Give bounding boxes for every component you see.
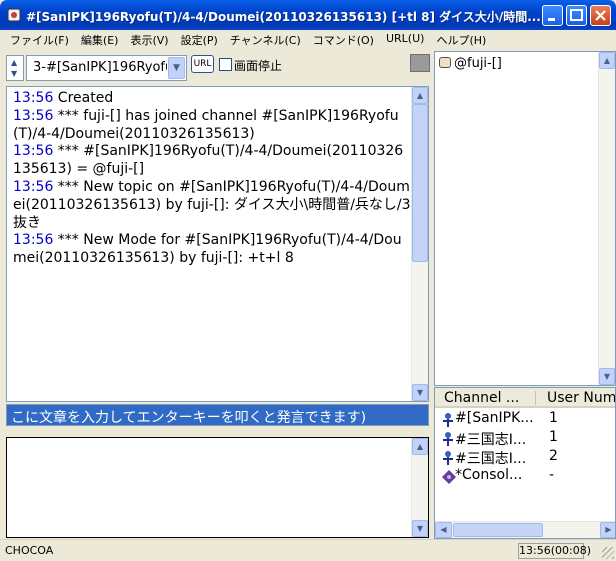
channel-list[interactable]: Channel ... User Num #[SanIPK... 1 #三国志I… <box>434 387 616 539</box>
channel-hscroll-thumb[interactable] <box>453 523 543 537</box>
status-bar: CHOCOA 13:56(00:08) <box>0 539 616 561</box>
spin-up-icon[interactable]: ▲ <box>11 58 17 67</box>
channel-name: #[SanIPK... <box>455 410 534 426</box>
menu-view[interactable]: 表示(V) <box>124 30 174 49</box>
log-timestamp: 13:56 <box>13 178 54 195</box>
column-user-num[interactable]: User Num <box>547 390 615 406</box>
log-line: 13:56 *** New topic on #[SanIPK]196Ryofu… <box>13 179 411 232</box>
nick-scrollbar[interactable]: ▲ ▼ <box>598 52 615 385</box>
menu-settings[interactable]: 設定(P) <box>175 30 224 49</box>
column-divider[interactable] <box>535 391 536 405</box>
log-text: *** New topic on #[SanIPK]196Ryofu(T)/4-… <box>13 178 411 231</box>
column-channel[interactable]: Channel ... <box>444 390 519 406</box>
channel-user-count: 2 <box>549 448 558 464</box>
menu-command[interactable]: コマンド(O) <box>307 30 380 49</box>
channel-user-count: - <box>549 467 555 483</box>
nick-item[interactable]: @fuji-[] <box>439 56 502 71</box>
log-text: *** New Mode for #[SanIPK]196Ryofu(T)/4-… <box>13 232 402 267</box>
message-log[interactable]: 13:56 Created 13:56 *** fuji-[] has join… <box>6 86 429 402</box>
status-clock: 13:56(00:08) <box>518 543 591 559</box>
minimize-icon <box>548 18 555 21</box>
log-timestamp: 13:56 <box>13 90 54 106</box>
log-line: 13:56 *** New Mode for #[SanIPK]196Ryofu… <box>13 232 411 268</box>
scroll-right-icon[interactable]: ▶ <box>600 522 615 538</box>
menu-url[interactable]: URL(U) <box>380 30 430 49</box>
log-timestamp: 13:56 <box>13 107 54 124</box>
minimize-button[interactable] <box>542 5 563 26</box>
window-title: #[SanIPK]196Ryofu(T)/4-4/Doumei(20110326… <box>26 10 540 24</box>
scroll-down-icon[interactable]: ▼ <box>599 368 615 385</box>
multiline-entry[interactable]: ▲ ▼ <box>6 437 429 538</box>
channel-name: #三国志I... <box>455 451 527 467</box>
menu-edit[interactable]: 編集(E) <box>75 30 125 49</box>
menu-channel[interactable]: チャンネル(C) <box>224 30 307 49</box>
channel-select[interactable]: 3-#[SanIPK]196Ryofu ▼ <box>26 55 187 81</box>
entry-scrollbar[interactable]: ▲ ▼ <box>411 438 428 537</box>
pause-screen-checkbox[interactable] <box>219 58 232 71</box>
channel-list-header: Channel ... User Num <box>435 388 615 408</box>
close-icon <box>595 10 606 21</box>
channel-spinner[interactable]: ▲ ▼ <box>6 55 24 81</box>
url-button[interactable]: URL <box>191 55 214 73</box>
menu-bar: ファイル(F) 編集(E) 表示(V) 設定(P) チャンネル(C) コマンド(… <box>0 30 616 49</box>
status-app-name: CHOCOA <box>5 544 54 557</box>
channel-hscrollbar[interactable]: ◀ ▶ <box>435 521 615 538</box>
scroll-up-icon[interactable]: ▲ <box>599 52 615 69</box>
title-bar[interactable]: #[SanIPK]196Ryofu(T)/4-4/Doumei(20110326… <box>0 0 616 30</box>
scroll-down-icon[interactable]: ▼ <box>412 520 428 537</box>
resize-grip-icon[interactable] <box>602 547 614 559</box>
maximize-button[interactable] <box>566 5 587 26</box>
log-timestamp: 13:56 <box>13 143 54 160</box>
scroll-up-icon[interactable]: ▲ <box>412 87 428 104</box>
chevron-down-icon[interactable]: ▼ <box>168 57 185 79</box>
channel-row[interactable]: #三国志I... 2 <box>441 448 615 468</box>
channel-row[interactable]: #[SanIPK... 1 <box>441 410 615 430</box>
channel-user-count: 1 <box>549 410 558 426</box>
scroll-down-icon[interactable]: ▼ <box>412 384 428 401</box>
message-input[interactable]: こに文章を入力してエンターキーを叩くと発言できます) <box>6 404 429 426</box>
menu-file[interactable]: ファイル(F) <box>4 30 75 49</box>
user-icon <box>439 57 451 68</box>
log-text: *** #[SanIPK]196Ryofu(T)/4-4/Doumei(2011… <box>13 143 404 178</box>
log-text: *** fuji-[] has joined channel #[SanIPK]… <box>13 107 399 142</box>
chocoa-app-icon[interactable] <box>6 7 22 23</box>
log-line: 13:56 *** fuji-[] has joined channel #[S… <box>13 108 411 144</box>
log-timestamp: 13:56 <box>13 232 54 249</box>
pause-screen-label[interactable]: 画面停止 <box>234 57 282 74</box>
maximize-icon <box>570 9 583 21</box>
channel-user-count: 1 <box>549 429 558 445</box>
scroll-left-icon[interactable]: ◀ <box>435 522 452 538</box>
channel-row[interactable]: *Consol... - <box>441 467 615 487</box>
channel-select-value: 3-#[SanIPK]196Ryofu <box>33 60 167 75</box>
nick-list[interactable]: @fuji-[] ▲ ▼ <box>434 51 616 386</box>
channel-name: #三国志I... <box>455 432 527 448</box>
channel-name: *Consol... <box>455 467 523 483</box>
log-line: 13:56 *** #[SanIPK]196Ryofu(T)/4-4/Doume… <box>13 143 411 179</box>
speaker-icon[interactable] <box>410 54 430 72</box>
log-lines: 13:56 Created 13:56 *** fuji-[] has join… <box>13 90 411 268</box>
scroll-up-icon[interactable]: ▲ <box>412 438 428 455</box>
spin-down-icon[interactable]: ▼ <box>11 69 17 78</box>
menu-help[interactable]: ヘルプ(H) <box>430 30 492 49</box>
close-button[interactable] <box>590 5 611 26</box>
channel-row[interactable]: #三国志I... 1 <box>441 429 615 449</box>
log-line: 13:56 Created <box>13 90 411 108</box>
message-input-hint: こに文章を入力してエンターキーを叩くと発言できます) <box>11 410 367 426</box>
nick-name: @fuji-[] <box>454 56 502 71</box>
log-scrollbar[interactable]: ▲ ▼ <box>411 87 428 401</box>
log-scroll-thumb[interactable] <box>412 104 428 262</box>
log-text: Created <box>53 90 114 106</box>
